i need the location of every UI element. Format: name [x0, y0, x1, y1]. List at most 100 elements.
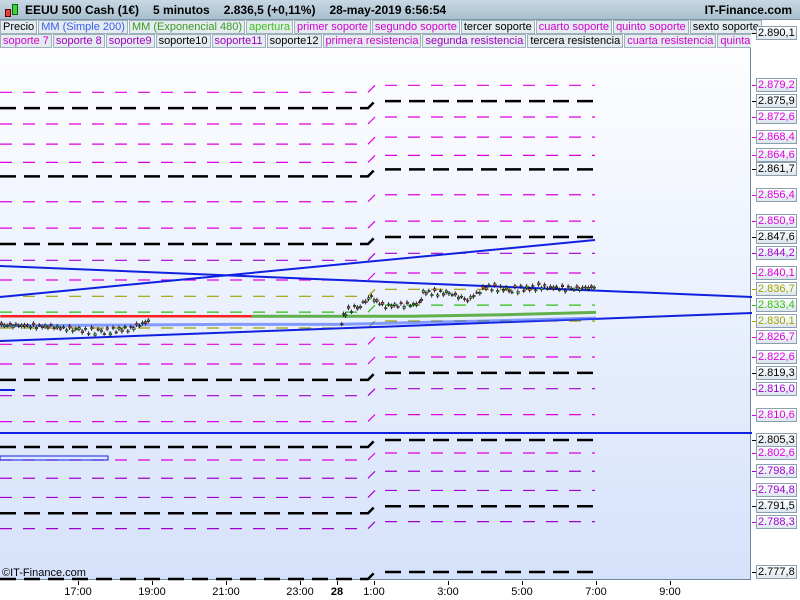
- timeframe[interactable]: 5 minutos: [153, 3, 210, 17]
- legend-item[interactable]: primera resistencia: [322, 34, 422, 48]
- legend-item[interactable]: quinto soporte: [613, 20, 689, 34]
- candle: [59, 327, 63, 330]
- candle: [531, 285, 535, 287]
- candlestick-logo-icon: [3, 2, 21, 18]
- candle: [361, 301, 365, 304]
- price-level-label: 2.833,4: [756, 298, 797, 313]
- candle: [405, 301, 409, 304]
- price-level-label: 2.879,2: [756, 78, 797, 93]
- time-tick: [300, 581, 301, 585]
- time-label: 23:00: [286, 586, 314, 598]
- candle: [543, 284, 547, 287]
- candle: [26, 324, 30, 327]
- support-resistance-line: [0, 439, 376, 449]
- candle: [466, 299, 470, 302]
- candle: [358, 306, 362, 308]
- candle: [575, 285, 579, 289]
- candle: [2, 324, 6, 327]
- candle: [415, 303, 419, 306]
- legend-item[interactable]: MM (Simple 200): [38, 20, 128, 34]
- time-tick: [374, 581, 375, 585]
- last-price: 2.836,5 (+0,11%): [223, 2, 316, 17]
- candle: [436, 294, 440, 297]
- legend-item[interactable]: segundo soporte: [371, 20, 460, 34]
- candle: [408, 305, 412, 308]
- candle: [558, 289, 562, 291]
- candle: [420, 298, 423, 301]
- candle: [375, 299, 379, 302]
- legend-item[interactable]: Precio: [0, 20, 38, 34]
- candle: [102, 333, 106, 335]
- time-axis[interactable]: 17:00 19:00 21:00 23:00 28 1:00 3:00 5:00 7:00 9:…: [0, 581, 752, 600]
- candle: [581, 286, 585, 289]
- candle: [478, 292, 482, 295]
- support-resistance-line: [0, 414, 376, 423]
- time-label: 7:00: [585, 586, 607, 598]
- candle: [441, 293, 445, 296]
- price-level-label: 2.794,8: [756, 483, 797, 498]
- legend-item[interactable]: primer soporte: [293, 20, 371, 34]
- candle: [507, 289, 511, 292]
- price-level-label: 2.844,2: [756, 246, 797, 261]
- candle: [370, 295, 374, 297]
- time-label: 19:00: [138, 586, 166, 598]
- candle: [87, 333, 91, 335]
- support-resistance-line: [0, 194, 376, 203]
- candle: [37, 324, 41, 327]
- price-axis[interactable]: 2.890,1 2.879,2 2.875,9 2.872,6 2.868,4 2.86…: [752, 20, 800, 580]
- candle: [519, 285, 523, 287]
- price-level-label: 2.816,0: [756, 381, 797, 396]
- candle: [350, 311, 354, 313]
- time-tick: [670, 581, 671, 585]
- candle: [472, 295, 476, 298]
- candle: [353, 305, 357, 307]
- support-resistance-line: [0, 490, 376, 499]
- candle: [393, 303, 397, 306]
- legend-item[interactable]: apertura: [246, 20, 293, 34]
- legend-item[interactable]: MM (Exponencial 480): [128, 20, 245, 34]
- price-level-label: 2.791,5: [756, 499, 797, 514]
- candle: [549, 286, 553, 288]
- price-level-label: 2.805,3: [756, 433, 797, 448]
- legend-item[interactable]: soporte12: [266, 34, 322, 48]
- legend-item[interactable]: cuarto soporte: [535, 20, 613, 34]
- price-chart[interactable]: [0, 0, 752, 581]
- legend-item[interactable]: soporte11: [211, 34, 266, 48]
- price-level-label: 2.875,9: [756, 94, 797, 109]
- support-resistance-line: [0, 84, 376, 93]
- copyright: ©IT-Finance.com: [2, 567, 86, 579]
- time-tick: [448, 581, 449, 585]
- candle: [552, 286, 556, 290]
- legend-row-1: Precio MM (Simple 200) MM (Exponencial 480…: [0, 20, 763, 34]
- support-resistance-line: [0, 356, 376, 365]
- price-level-label: 2.777,8: [756, 565, 797, 580]
- legend-item[interactable]: quinta resi: [717, 34, 751, 48]
- candle: [347, 306, 351, 309]
- support-resistance-line: [0, 470, 376, 479]
- candle: [522, 290, 526, 292]
- candle: [510, 291, 514, 294]
- support-resistance-line: [0, 236, 376, 246]
- time-label: 17:00: [64, 586, 92, 598]
- time-label: 9:00: [659, 586, 681, 598]
- candle: [138, 325, 142, 327]
- candle: [430, 294, 434, 296]
- price-label-top: 2.890,1: [756, 26, 797, 40]
- legend-row-2: soporte 7 soporte 8 soporte9 soporte10 sopor…: [0, 34, 751, 48]
- candle: [450, 294, 454, 296]
- candle: [340, 323, 344, 326]
- legend-item[interactable]: soporte10: [155, 34, 211, 48]
- candle: [537, 282, 541, 286]
- legend-item[interactable]: soporte 8: [52, 34, 105, 48]
- legend-item[interactable]: soporte 7: [0, 34, 52, 48]
- legend-item[interactable]: tercer soporte: [460, 20, 535, 34]
- candle: [74, 328, 78, 331]
- candle: [71, 330, 75, 332]
- price-level-label: 2.788,3: [756, 514, 797, 529]
- legend-item[interactable]: segunda resistencia: [422, 34, 527, 48]
- legend-item[interactable]: cuarta resistencia: [624, 34, 717, 48]
- price-level-label: 2.868,4: [756, 130, 797, 145]
- legend-item[interactable]: soporte9: [105, 34, 155, 48]
- candle: [424, 292, 428, 295]
- legend-item[interactable]: tercera resistencia: [527, 34, 624, 48]
